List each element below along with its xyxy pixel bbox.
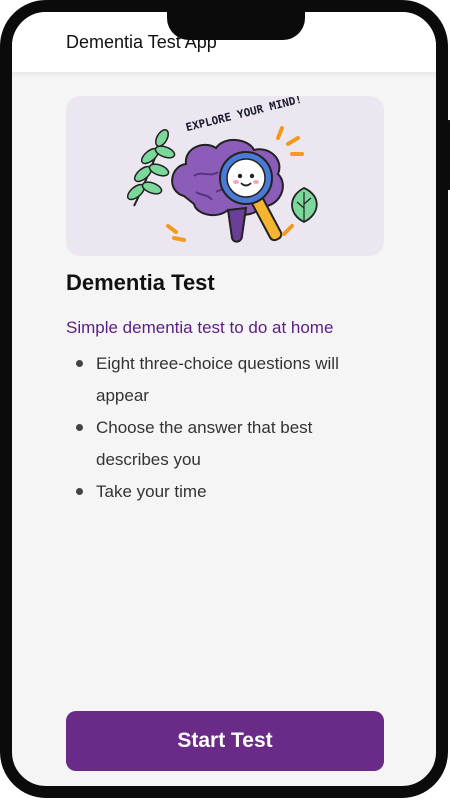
hero-badge-text: EXPLORE YOUR MIND! [184, 96, 303, 134]
volume-up-button [0, 138, 4, 178]
bullet-dot-icon [76, 360, 83, 367]
list-item-text: Take your time [96, 482, 207, 501]
list-item: Choose the answer that best describes yo… [76, 412, 376, 476]
mute-switch [0, 95, 4, 117]
list-item: Take your time [76, 476, 376, 508]
leaf-branch-icon [126, 129, 176, 207]
phone-notch [167, 12, 305, 40]
bullet-dot-icon [76, 424, 83, 431]
leaf-icon [291, 187, 318, 224]
hero-illustration: EXPLORE YOUR MIND! [66, 96, 384, 256]
volume-down-button [0, 195, 4, 235]
list-item-text: Eight three-choice questions will appear [96, 354, 339, 405]
bullet-dot-icon [76, 488, 83, 495]
list-item-text: Choose the answer that best describes yo… [96, 418, 313, 469]
page-subtitle: Simple dementia test to do at home [66, 318, 334, 337]
power-button [446, 120, 450, 190]
brain-magnifier-illustration: EXPLORE YOUR MIND! [126, 96, 318, 243]
start-test-button[interactable]: Start Test [66, 711, 384, 771]
page-title: Dementia Test [66, 270, 215, 295]
instruction-list: Eight three-choice questions will appear… [76, 348, 376, 508]
phone-frame: Dementia Test App EXPLORE YOUR MIND! Dem… [0, 0, 448, 798]
list-item: Eight three-choice questions will appear [76, 348, 376, 412]
